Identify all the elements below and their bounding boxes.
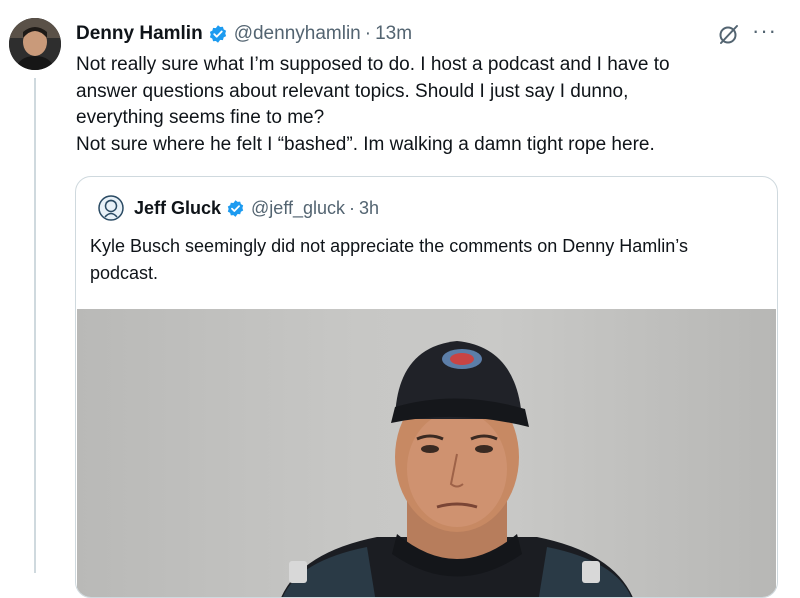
quote-author-name[interactable]: Jeff Gluck <box>134 198 221 219</box>
quoted-tweet[interactable]: Jeff Gluck @jeff_gluck · 3h Kyle Busch s… <box>75 176 778 598</box>
tweet-header: Denny Hamlin @dennyhamlin · 13m <box>76 20 412 48</box>
author-avatar[interactable] <box>9 18 61 70</box>
quote-text: Kyle Busch seemingly did not appreciate … <box>90 236 688 283</box>
author-handle[interactable]: @dennyhamlin <box>234 23 361 45</box>
timestamp[interactable]: 13m <box>375 23 412 45</box>
quote-avatar[interactable] <box>98 195 124 221</box>
tweet-text: Not really sure what I’m supposed to do.… <box>76 54 670 155</box>
separator-dot: · <box>349 197 356 218</box>
quote-header: Jeff Gluck @jeff_gluck · 3h <box>98 195 379 221</box>
quote-author-handle[interactable]: @jeff_gluck <box>251 198 345 219</box>
quote-media-image[interactable] <box>77 309 776 597</box>
verified-badge-icon <box>208 24 228 44</box>
grok-icon[interactable] <box>717 22 741 46</box>
more-options-icon[interactable]: ··· <box>752 18 777 44</box>
quote-timestamp[interactable]: 3h <box>359 198 379 219</box>
author-name[interactable]: Denny Hamlin <box>76 23 203 45</box>
thread-line <box>34 78 36 573</box>
separator-dot: · <box>364 23 372 44</box>
verified-badge-icon <box>226 199 245 218</box>
